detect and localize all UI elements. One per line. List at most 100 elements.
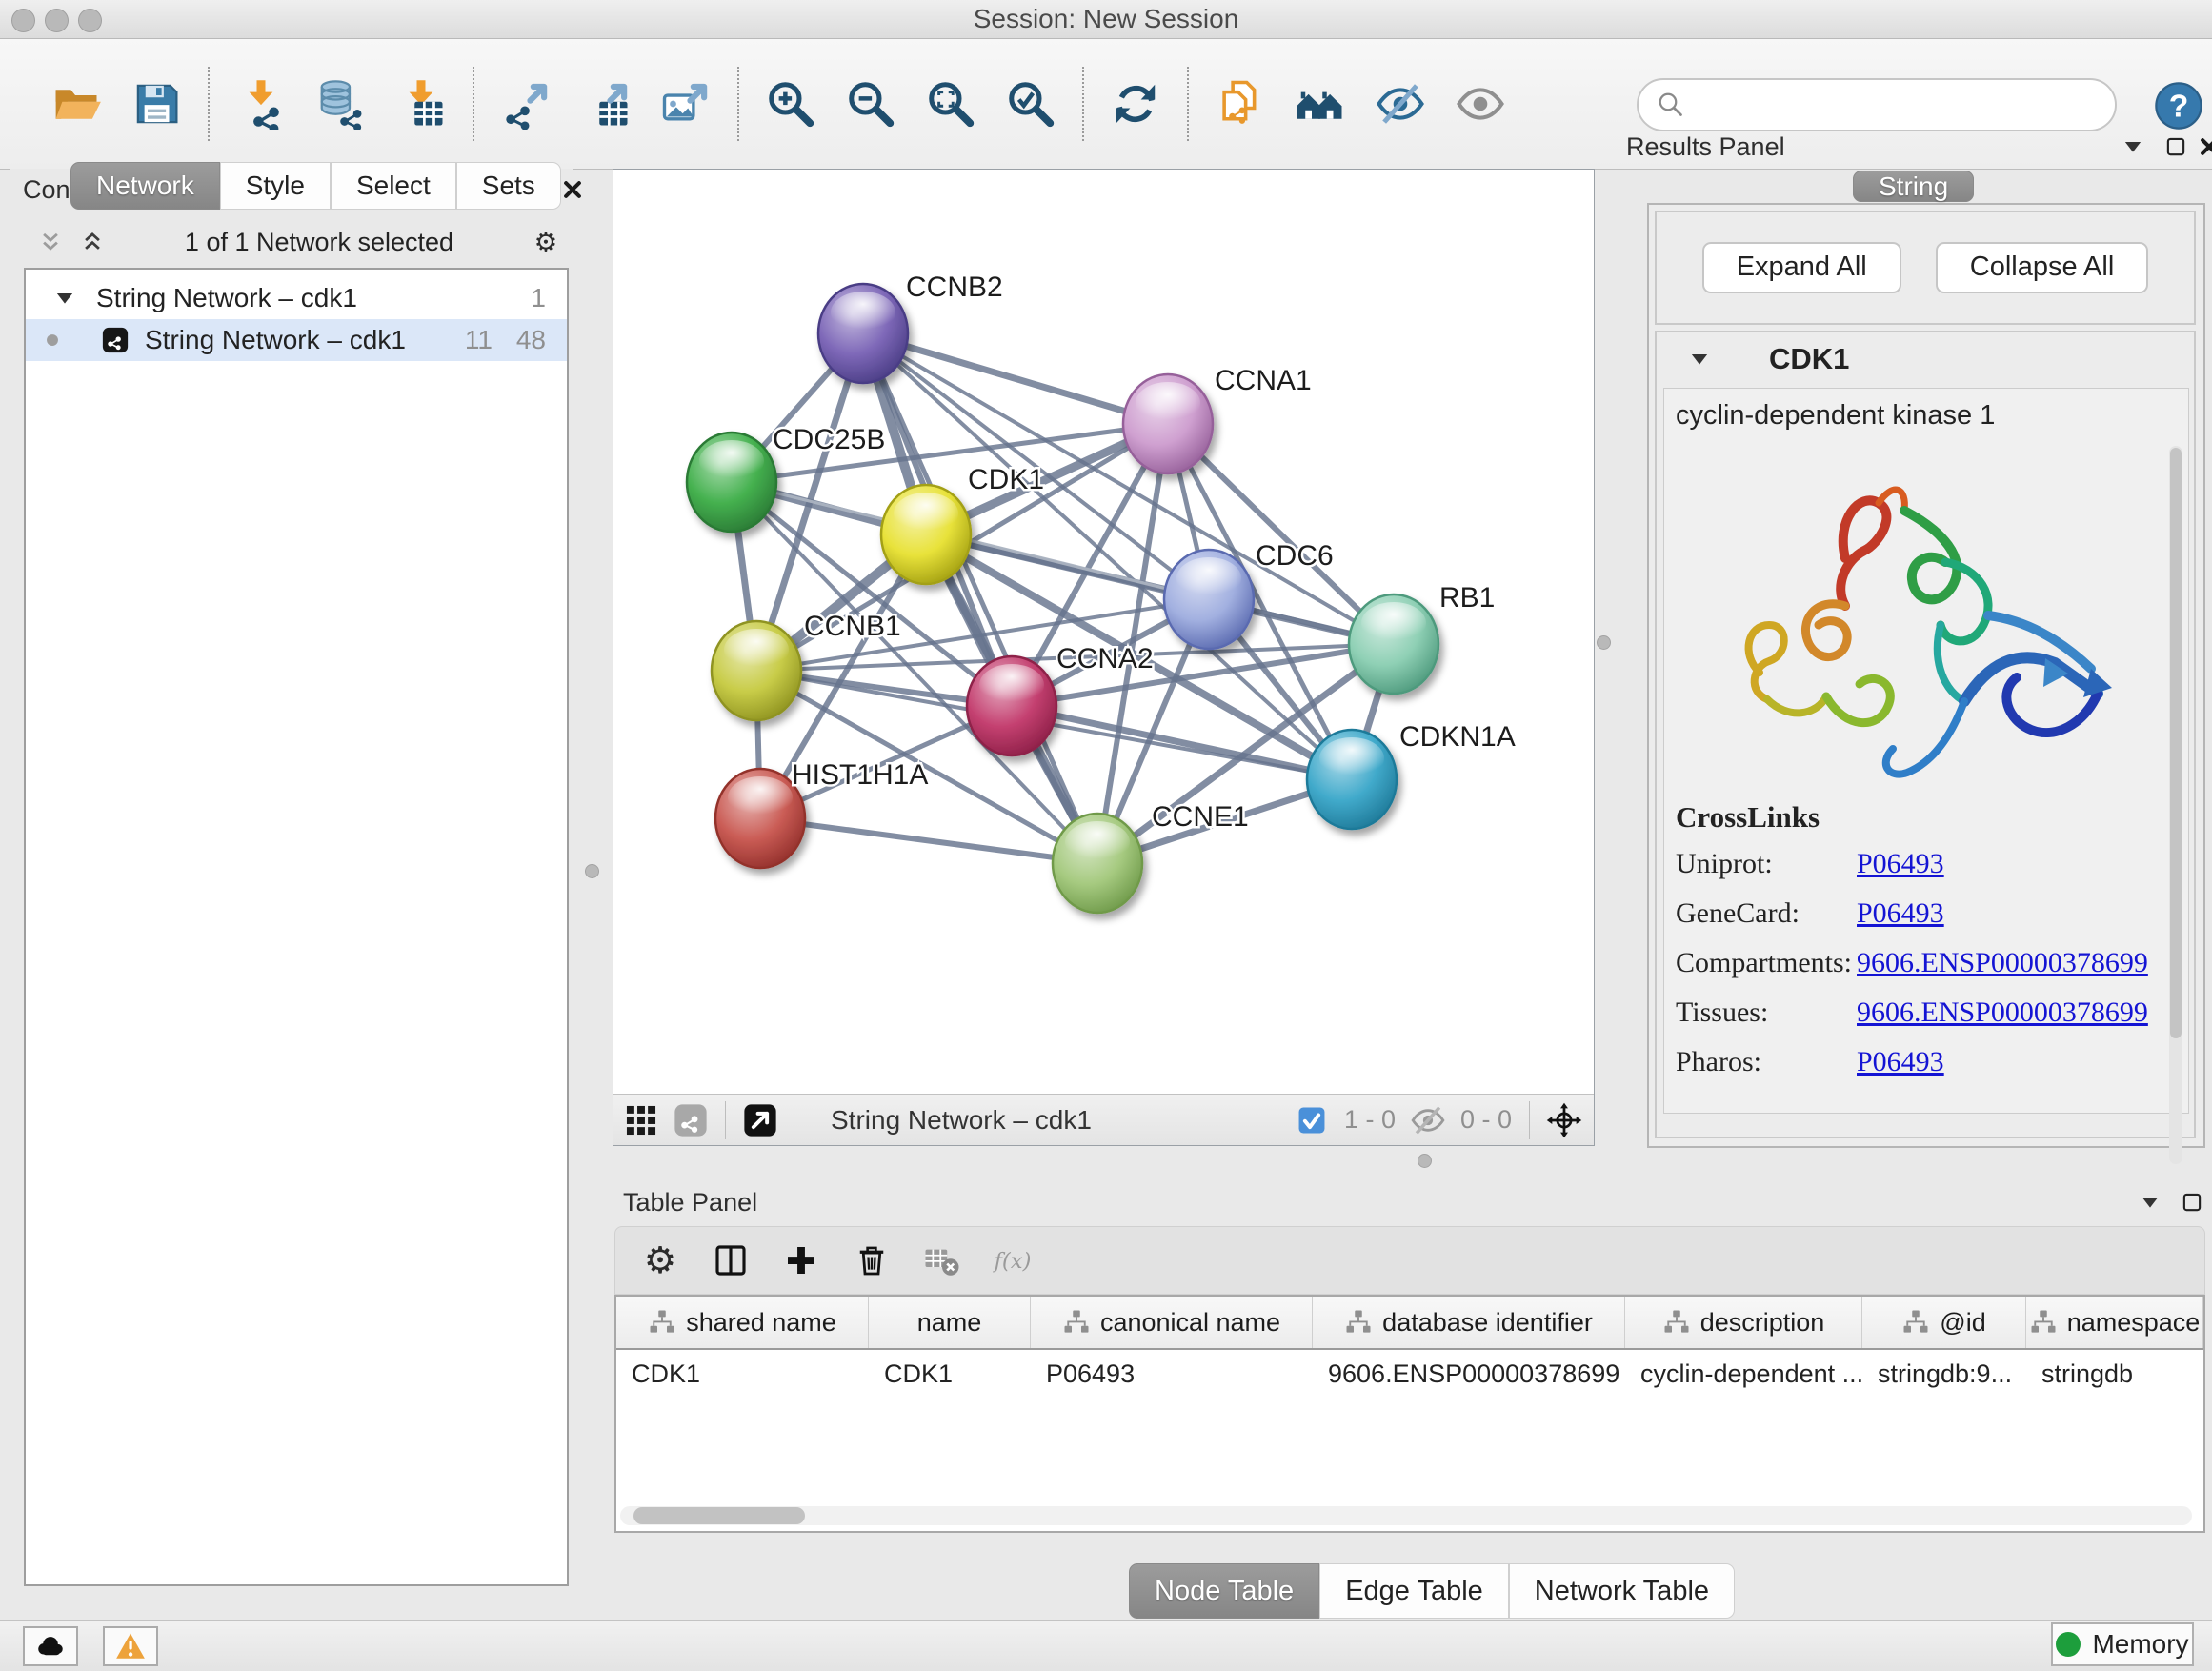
table-gear-icon[interactable]: ⚙ bbox=[638, 1238, 682, 1282]
home-networks-icon[interactable] bbox=[1294, 77, 1347, 131]
search-input[interactable] bbox=[1688, 85, 2115, 125]
node-RB1[interactable] bbox=[1349, 594, 1438, 694]
edge-CCNE1-HIST1H1A[interactable] bbox=[760, 818, 1097, 863]
tab-network-table[interactable]: Network Table bbox=[1509, 1563, 1735, 1619]
node-CCNB2[interactable] bbox=[818, 284, 908, 383]
zoom-selected-icon[interactable] bbox=[1004, 77, 1057, 131]
column-header-description[interactable]: description bbox=[1625, 1297, 1862, 1348]
collapse-collection-icon[interactable] bbox=[50, 284, 79, 312]
node-CCNA2[interactable] bbox=[967, 656, 1056, 755]
close-panel-icon[interactable] bbox=[556, 173, 589, 206]
node-CDK1[interactable] bbox=[881, 485, 971, 584]
column-header-canonical-name[interactable]: canonical name bbox=[1031, 1297, 1313, 1348]
open-file-icon[interactable] bbox=[50, 77, 103, 131]
network-collection-row[interactable]: String Network – cdk1 1 bbox=[26, 277, 567, 319]
cell[interactable]: P06493 bbox=[1031, 1359, 1313, 1389]
horizontal-splitter-handle[interactable] bbox=[1418, 1154, 1432, 1168]
zoom-out-icon[interactable] bbox=[844, 77, 897, 131]
node-CDKN1A[interactable] bbox=[1307, 730, 1397, 829]
crosslink-value-link[interactable]: 9606.ENSP00000378699 bbox=[1857, 997, 2148, 1029]
collapse-all-button[interactable]: Collapse All bbox=[1936, 242, 2149, 293]
expand-all-networks-icon[interactable] bbox=[36, 228, 65, 256]
zoom-fit-icon[interactable] bbox=[924, 77, 977, 131]
tab-network[interactable]: Network bbox=[70, 162, 220, 210]
collapse-gene-icon[interactable] bbox=[1685, 345, 1714, 373]
node-CCNB1[interactable] bbox=[709, 621, 801, 720]
crosslink-value-link[interactable]: P06493 bbox=[1857, 1046, 2148, 1078]
refresh-layout-icon[interactable] bbox=[1109, 77, 1162, 131]
node-CDC6[interactable] bbox=[1164, 550, 1254, 649]
crosslink-value-link[interactable]: P06493 bbox=[1857, 848, 2148, 880]
cell[interactable]: stringdb bbox=[2026, 1359, 2203, 1389]
clone-network-icon[interactable] bbox=[1214, 77, 1267, 131]
results-close-icon[interactable] bbox=[2193, 131, 2212, 163]
selected-checkbox-icon[interactable] bbox=[1292, 1100, 1332, 1140]
collapse-all-networks-icon[interactable] bbox=[78, 228, 107, 256]
export-table-icon[interactable] bbox=[579, 77, 633, 131]
table-trash-icon[interactable] bbox=[850, 1238, 894, 1282]
tab-node-table[interactable]: Node Table bbox=[1129, 1563, 1319, 1619]
table-columns-icon[interactable] bbox=[709, 1238, 753, 1282]
tab-edge-table[interactable]: Edge Table bbox=[1319, 1563, 1509, 1619]
cell[interactable]: cyclin-dependent ... bbox=[1625, 1359, 1862, 1389]
hide-selected-icon[interactable] bbox=[1374, 77, 1427, 131]
column-header--id[interactable]: @id bbox=[1862, 1297, 2026, 1348]
cell[interactable]: stringdb:9... bbox=[1862, 1359, 2026, 1389]
node-CCNE1[interactable] bbox=[1053, 814, 1142, 913]
birdseye-grid-icon[interactable] bbox=[621, 1100, 661, 1140]
table-fx-icon[interactable]: f(x) bbox=[991, 1238, 1035, 1282]
export-image-icon[interactable] bbox=[659, 77, 713, 131]
zoom-in-icon[interactable] bbox=[764, 77, 817, 131]
network-view[interactable]: CCNB2CCNA1CDC25BCDK1CDC6RB1CCNB1CCNA2CDK… bbox=[613, 169, 1595, 1146]
node-CCNA1[interactable] bbox=[1123, 374, 1213, 473]
results-scrollbar[interactable] bbox=[2169, 446, 2182, 1164]
toolbar-separator bbox=[737, 67, 739, 141]
table-row[interactable]: CDK1CDK1P064939606.ENSP00000378699cyclin… bbox=[616, 1350, 2203, 1398]
crosslink-row: Tissues:9606.ENSP00000378699 bbox=[1676, 997, 2148, 1029]
table-table-delete-icon[interactable] bbox=[920, 1238, 964, 1282]
tab-style[interactable]: Style bbox=[220, 162, 331, 210]
table-close-icon[interactable] bbox=[2208, 1186, 2212, 1218]
tab-select[interactable]: Select bbox=[331, 162, 456, 210]
import-network-icon[interactable] bbox=[234, 77, 288, 131]
export-network-icon[interactable] bbox=[499, 77, 553, 131]
import-database-icon[interactable] bbox=[314, 77, 368, 131]
tab-sets[interactable]: Sets bbox=[456, 162, 561, 210]
network-row-selected[interactable]: String Network – cdk1 11 48 bbox=[26, 319, 567, 361]
table-horizontal-scrollbar[interactable] bbox=[620, 1506, 2192, 1525]
cell[interactable]: CDK1 bbox=[869, 1359, 1031, 1389]
open-in-window-icon[interactable] bbox=[740, 1100, 780, 1140]
import-table-icon[interactable] bbox=[394, 77, 448, 131]
node-CDC25B[interactable] bbox=[687, 433, 776, 532]
memory-button[interactable]: Memory bbox=[2051, 1622, 2194, 1666]
expand-all-button[interactable]: Expand All bbox=[1702, 242, 1901, 293]
column-header-database-identifier[interactable]: database identifier bbox=[1313, 1297, 1625, 1348]
cell[interactable]: CDK1 bbox=[616, 1359, 869, 1389]
table-toolbar: ⚙ f(x) bbox=[614, 1226, 2205, 1295]
results-menu-icon[interactable] bbox=[2117, 131, 2149, 163]
right-splitter-handle[interactable] bbox=[1597, 635, 1611, 650]
tab-string[interactable]: String bbox=[1853, 171, 1974, 202]
cell[interactable]: 9606.ENSP00000378699 bbox=[1313, 1359, 1625, 1389]
column-header-name[interactable]: name bbox=[869, 1297, 1031, 1348]
column-header-shared-name[interactable]: shared name bbox=[616, 1297, 869, 1348]
edge-CCNB2-CCNA1[interactable] bbox=[863, 333, 1168, 424]
help-button[interactable]: ? bbox=[2153, 80, 2204, 131]
network-canvas[interactable]: CCNB2CCNA1CDC25BCDK1CDC6RB1CCNB1CCNA2CDK… bbox=[613, 170, 1596, 1100]
show-all-icon[interactable] bbox=[1454, 77, 1507, 131]
column-header-namespace[interactable]: namespace bbox=[2026, 1297, 2203, 1348]
results-float-icon[interactable] bbox=[2160, 131, 2192, 163]
left-splitter-handle[interactable] bbox=[585, 864, 599, 878]
table-menu-icon[interactable] bbox=[2134, 1186, 2166, 1218]
warnings-button[interactable] bbox=[103, 1626, 158, 1666]
network-options-gear-icon[interactable]: ⚙ bbox=[532, 228, 560, 256]
crosslink-value-link[interactable]: 9606.ENSP00000378699 bbox=[1857, 947, 2148, 979]
table-float-icon[interactable] bbox=[2176, 1186, 2208, 1218]
cloud-button[interactable] bbox=[23, 1626, 78, 1666]
save-session-icon[interactable] bbox=[130, 77, 183, 131]
table-plus-icon[interactable] bbox=[779, 1238, 823, 1282]
network-share-icon[interactable] bbox=[671, 1100, 711, 1140]
fit-content-crosshair-icon[interactable] bbox=[1544, 1100, 1584, 1140]
crosslink-value-link[interactable]: P06493 bbox=[1857, 897, 2148, 930]
node-table[interactable]: shared namenamecanonical namedatabase id… bbox=[614, 1295, 2205, 1533]
